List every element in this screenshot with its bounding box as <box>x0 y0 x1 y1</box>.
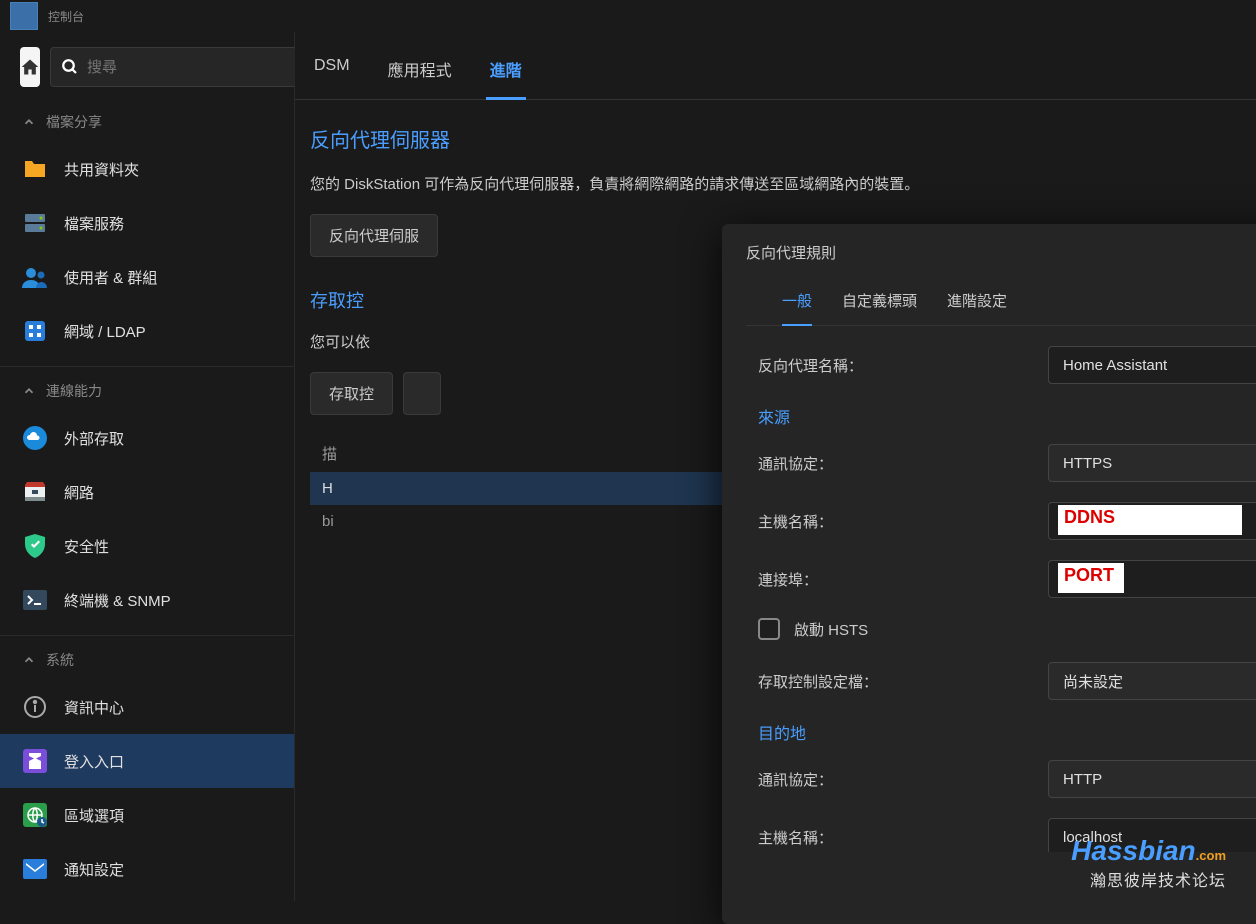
section-desc-reverse-proxy: 您的 DiskStation 可作為反向代理伺服器，負責將網際網路的請求傳送至區… <box>310 173 1241 194</box>
network-icon <box>22 479 48 505</box>
sidebar-item-shared-folder[interactable]: 共用資料夾 <box>0 142 294 196</box>
content: DSM 應用程式 進階 反向代理伺服器 您的 DiskStation 可作為反向… <box>295 32 1256 901</box>
modal-tab-general[interactable]: 一般 <box>782 290 812 325</box>
content-tabs: DSM 應用程式 進階 <box>295 32 1256 100</box>
label-dst-protocol: 通訊協定： <box>758 769 1048 790</box>
section-header-file-sharing[interactable]: 檔案分享 <box>0 102 294 142</box>
watermark: Hassbian.com 瀚思彼岸技术论坛 <box>1071 835 1226 891</box>
home-icon <box>20 57 40 77</box>
search-icon <box>61 58 79 76</box>
server-icon <box>22 210 48 236</box>
redaction-ddns: DDNS <box>1058 505 1242 535</box>
modal-tab-custom-header[interactable]: 自定義標頭 <box>842 290 917 325</box>
users-icon <box>22 264 48 290</box>
select-access-profile[interactable]: 尚未設定 ▼ <box>1048 662 1256 700</box>
chevron-up-icon <box>22 115 36 129</box>
heading-source: 來源 <box>758 404 1256 428</box>
sidebar-item-notification[interactable]: 通知設定 <box>0 842 294 896</box>
label-dst-hostname: 主機名稱： <box>758 827 1048 848</box>
checkbox-hsts[interactable] <box>758 618 780 640</box>
chevron-up-icon <box>22 653 36 667</box>
sidebar-item-file-service[interactable]: 檔案服務 <box>0 196 294 250</box>
section-header-system[interactable]: 系統 <box>0 640 294 680</box>
label-src-hostname: 主機名稱： <box>758 511 1048 532</box>
reverse-proxy-rule-modal: 反向代理規則 ✕ 一般 自定義標頭 進階設定 反向代理名稱： 來源 通訊協定： … <box>722 224 1256 924</box>
tab-dsm[interactable]: DSM <box>310 57 354 99</box>
terminal-icon <box>22 587 48 613</box>
sidebar-item-network[interactable]: 網路 <box>0 465 294 519</box>
window-title: 控制台 <box>48 8 84 25</box>
info-icon <box>22 694 48 720</box>
new-button-behind[interactable] <box>403 372 441 415</box>
folder-icon <box>22 156 48 182</box>
modal-title: 反向代理規則 <box>746 242 836 263</box>
sidebar-item-regional-options[interactable]: 區域選項 <box>0 788 294 842</box>
access-control-button-behind[interactable]: 存取控 <box>310 372 393 415</box>
redaction-port: PORT <box>1058 563 1124 593</box>
heading-destination: 目的地 <box>758 720 1256 744</box>
sidebar-item-domain-ldap[interactable]: 網域 / LDAP <box>0 304 294 358</box>
sidebar-item-external-access[interactable]: 外部存取 <box>0 411 294 465</box>
label-proxy-name: 反向代理名稱： <box>758 355 1048 376</box>
sidebar-item-login-portal[interactable]: 登入入口 <box>0 734 294 788</box>
ldap-icon <box>22 318 48 344</box>
search-box[interactable] <box>50 47 297 87</box>
sidebar: 檔案分享 共用資料夾 檔案服務 使用者 & 群組 網域 / LDAP <box>0 32 295 901</box>
reverse-proxy-rules-button-behind[interactable]: 反向代理伺服 <box>310 214 438 257</box>
select-dst-protocol[interactable]: HTTP ▼ <box>1048 760 1256 798</box>
label-src-protocol: 通訊協定： <box>758 453 1048 474</box>
modal-tab-advanced[interactable]: 進階設定 <box>947 290 1007 325</box>
label-src-port: 連接埠： <box>758 569 1048 590</box>
label-hsts: 啟動 HSTS <box>794 619 868 640</box>
cloud-icon <box>22 425 48 451</box>
sidebar-item-terminal-snmp[interactable]: 終端機 & SNMP <box>0 573 294 627</box>
sidebar-item-user-group[interactable]: 使用者 & 群組 <box>0 250 294 304</box>
tab-applications[interactable]: 應用程式 <box>384 57 456 99</box>
login-icon <box>22 748 48 774</box>
search-input[interactable] <box>87 59 286 76</box>
region-icon <box>22 802 48 828</box>
sidebar-item-info-center[interactable]: 資訊中心 <box>0 680 294 734</box>
titlebar: 控制台 <box>0 0 1256 32</box>
app-icon <box>10 2 38 30</box>
chevron-up-icon <box>22 384 36 398</box>
home-button[interactable] <box>20 47 40 87</box>
tab-advanced[interactable]: 進階 <box>486 57 526 99</box>
select-src-protocol[interactable]: HTTPS ▼ <box>1048 444 1256 482</box>
section-header-connectivity[interactable]: 連線能力 <box>0 371 294 411</box>
input-proxy-name[interactable] <box>1048 346 1256 384</box>
section-title-reverse-proxy: 反向代理伺服器 <box>310 124 1241 153</box>
sidebar-item-security[interactable]: 安全性 <box>0 519 294 573</box>
shield-icon <box>22 533 48 559</box>
notify-icon <box>22 856 48 882</box>
label-access-profile: 存取控制設定檔： <box>758 671 1048 692</box>
